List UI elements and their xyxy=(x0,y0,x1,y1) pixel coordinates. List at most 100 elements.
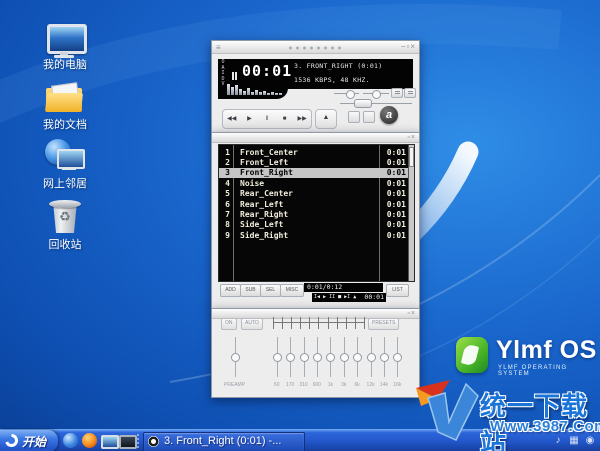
eq-band-slider[interactable]: 16k xyxy=(391,335,404,393)
next-button[interactable]: ▶▶ xyxy=(293,110,311,128)
desktop-icon-label: 网上邻居 xyxy=(28,175,102,191)
desktop-icon-my-documents[interactable]: 我的文档 xyxy=(28,74,102,132)
mini-play-button[interactable]: ▶ xyxy=(323,294,326,300)
playlist-misc-button[interactable]: MISC xyxy=(280,284,304,297)
playlist-row[interactable]: 1Front_Center0:01 xyxy=(219,147,408,157)
eq-slider-knob[interactable] xyxy=(300,353,309,362)
eq-slider-knob[interactable] xyxy=(353,353,362,362)
track-title-display[interactable]: 3. FRONT_RIGHT (0:01) xyxy=(294,62,382,70)
quick-launch-browser[interactable] xyxy=(63,433,79,449)
playlist-elapsed-display: 00:01 xyxy=(364,293,384,302)
eq-bands: 60 170 310 600 1k 3k 6k 12k 14k 16k xyxy=(270,335,404,393)
playlist-sel-button[interactable]: SEL xyxy=(260,284,281,297)
spectrum-visualizer[interactable] xyxy=(227,81,283,95)
eq-slider-knob[interactable] xyxy=(273,353,282,362)
quick-launch-firefox[interactable] xyxy=(82,433,98,449)
seek-handle[interactable] xyxy=(354,99,372,108)
eq-presets-button[interactable]: PRESETS xyxy=(368,318,399,330)
playlist-row[interactable]: 7Rear_Right0:01 xyxy=(219,209,408,219)
eject-button[interactable]: ▲ xyxy=(315,109,337,129)
playlist-row[interactable]: 4Noise0:01 xyxy=(219,178,408,188)
my-documents-icon xyxy=(46,84,84,114)
playlist-row[interactable]: 9Side_Right0:01 xyxy=(219,230,408,240)
os-subtitle: YLMF OPERATING SYSTEM xyxy=(498,365,600,377)
shuffle-button[interactable] xyxy=(348,111,360,123)
eq-slider-knob[interactable] xyxy=(340,353,349,362)
equalizer-window: ▫× ON AUTO PRESETS PREAMP 60 170 310 600… xyxy=(211,308,420,398)
preamp-label: PREAMP xyxy=(222,382,247,388)
recycle-bin-icon: ♻ xyxy=(49,200,81,234)
pause-button[interactable]: ‖ xyxy=(258,110,276,128)
desktop: 我的电脑 我的文档 网上邻居 ♻ 回收站 ≡ −▫× O A I D V xyxy=(0,0,600,451)
network-places-icon xyxy=(45,139,85,173)
playlist[interactable]: 1Front_Center0:01 2Front_Left0:01 3Front… xyxy=(218,144,415,282)
playlist-row[interactable]: 5Rear_Center0:01 xyxy=(219,189,408,199)
clutterbar[interactable]: O A I D V xyxy=(220,60,226,88)
system-tray: ♪ ▦ ◉ xyxy=(552,434,596,447)
desktop-icon-recycle-bin[interactable]: ♻ 回收站 xyxy=(28,194,102,252)
eq-slider-knob[interactable] xyxy=(313,353,322,362)
mini-previous-button[interactable]: I◀ xyxy=(314,294,320,300)
mini-pause-button[interactable]: II xyxy=(329,294,335,300)
playlist-row[interactable]: 2Front_Left0:01 xyxy=(219,157,408,167)
taskbar: 开始 3. Front_Right (0:01) -... ♪ ▦ ◉ xyxy=(0,429,600,451)
playlist-add-button[interactable]: ADD xyxy=(220,284,241,297)
playlist-row[interactable]: 8Side_Left0:01 xyxy=(219,220,408,230)
playlist-row-selected[interactable]: 3Front_Right0:01 xyxy=(219,168,408,178)
quick-launch-show-desktop[interactable] xyxy=(101,433,117,449)
volume-knob[interactable] xyxy=(346,90,355,99)
monitor-icon xyxy=(101,435,119,449)
eq-on-button[interactable]: ON xyxy=(221,318,237,330)
tray-audio-icon[interactable]: ♪ xyxy=(552,434,564,447)
time-display[interactable]: 00:01 xyxy=(242,62,292,80)
repeat-button[interactable] xyxy=(363,111,375,123)
close-icon[interactable]: × xyxy=(411,310,416,317)
player-main-window: ≡ −▫× O A I D V 00:01 3. FRONT_RIGHT (0:… xyxy=(211,40,420,133)
equalizer-toggle-button[interactable] xyxy=(391,88,403,98)
eq-slider-knob[interactable] xyxy=(393,353,402,362)
seek-bar[interactable] xyxy=(340,103,412,104)
eq-slider-knob[interactable] xyxy=(380,353,389,362)
previous-button[interactable]: ◀◀ xyxy=(223,110,241,128)
os-name: Ylmf OS xyxy=(496,336,597,365)
my-computer-icon xyxy=(47,24,83,54)
playlist-scrollbar[interactable] xyxy=(408,145,414,281)
play-button[interactable]: ▶ xyxy=(241,110,259,128)
eq-preamp: PREAMP xyxy=(228,335,241,393)
task-button-player[interactable]: 3. Front_Right (0:01) -... xyxy=(143,432,305,451)
eq-slider-knob[interactable] xyxy=(326,353,335,362)
playlist-titlebar[interactable]: ▫× xyxy=(212,133,419,143)
mini-stop-button[interactable]: ■ xyxy=(338,294,341,300)
close-icon[interactable]: × xyxy=(411,134,416,141)
tray-display-icon[interactable]: ▦ xyxy=(568,434,580,447)
balance-knob[interactable] xyxy=(372,90,381,99)
pause-indicator-icon xyxy=(232,67,239,75)
stream-info-display: 1536 KBPS, 48 KHZ. xyxy=(294,76,370,84)
eq-auto-button[interactable]: AUTO xyxy=(241,318,263,330)
eq-slider-knob[interactable] xyxy=(367,353,376,362)
terminal-icon xyxy=(119,435,137,449)
desktop-icon-network-places[interactable]: 网上邻居 xyxy=(28,133,102,191)
quick-launch-terminal[interactable] xyxy=(119,433,135,449)
playlist-list-button[interactable]: LIST xyxy=(386,284,409,297)
playlist-rows: 1Front_Center0:01 2Front_Left0:01 3Front… xyxy=(219,147,408,241)
audacious-logo-icon[interactable]: a xyxy=(380,106,398,124)
window-menu-icon[interactable]: ≡ xyxy=(216,43,221,52)
mini-next-button[interactable]: ▶I xyxy=(344,294,350,300)
mini-eject-button[interactable]: ▲ xyxy=(353,294,356,300)
start-logo-icon xyxy=(5,434,18,447)
desktop-icon-my-computer[interactable]: 我的电脑 xyxy=(28,14,102,72)
tray-network-icon[interactable]: ◉ xyxy=(584,434,596,447)
playlist-scrollbar-thumb[interactable] xyxy=(409,147,414,167)
start-button[interactable]: 开始 xyxy=(0,430,58,451)
titlebar-dots xyxy=(287,44,345,50)
preamp-slider-knob[interactable] xyxy=(231,353,240,362)
playlist-row[interactable]: 6Rear_Left0:01 xyxy=(219,199,408,209)
eq-slider-knob[interactable] xyxy=(286,353,295,362)
player-main-titlebar[interactable]: ≡ −▫× xyxy=(212,41,419,54)
stop-button[interactable]: ■ xyxy=(276,110,294,128)
playlist-sub-button[interactable]: SUB xyxy=(240,284,261,297)
playlist-toggle-button[interactable] xyxy=(404,88,416,98)
eq-band-label: 16k xyxy=(385,382,410,388)
close-icon[interactable]: × xyxy=(410,42,416,51)
